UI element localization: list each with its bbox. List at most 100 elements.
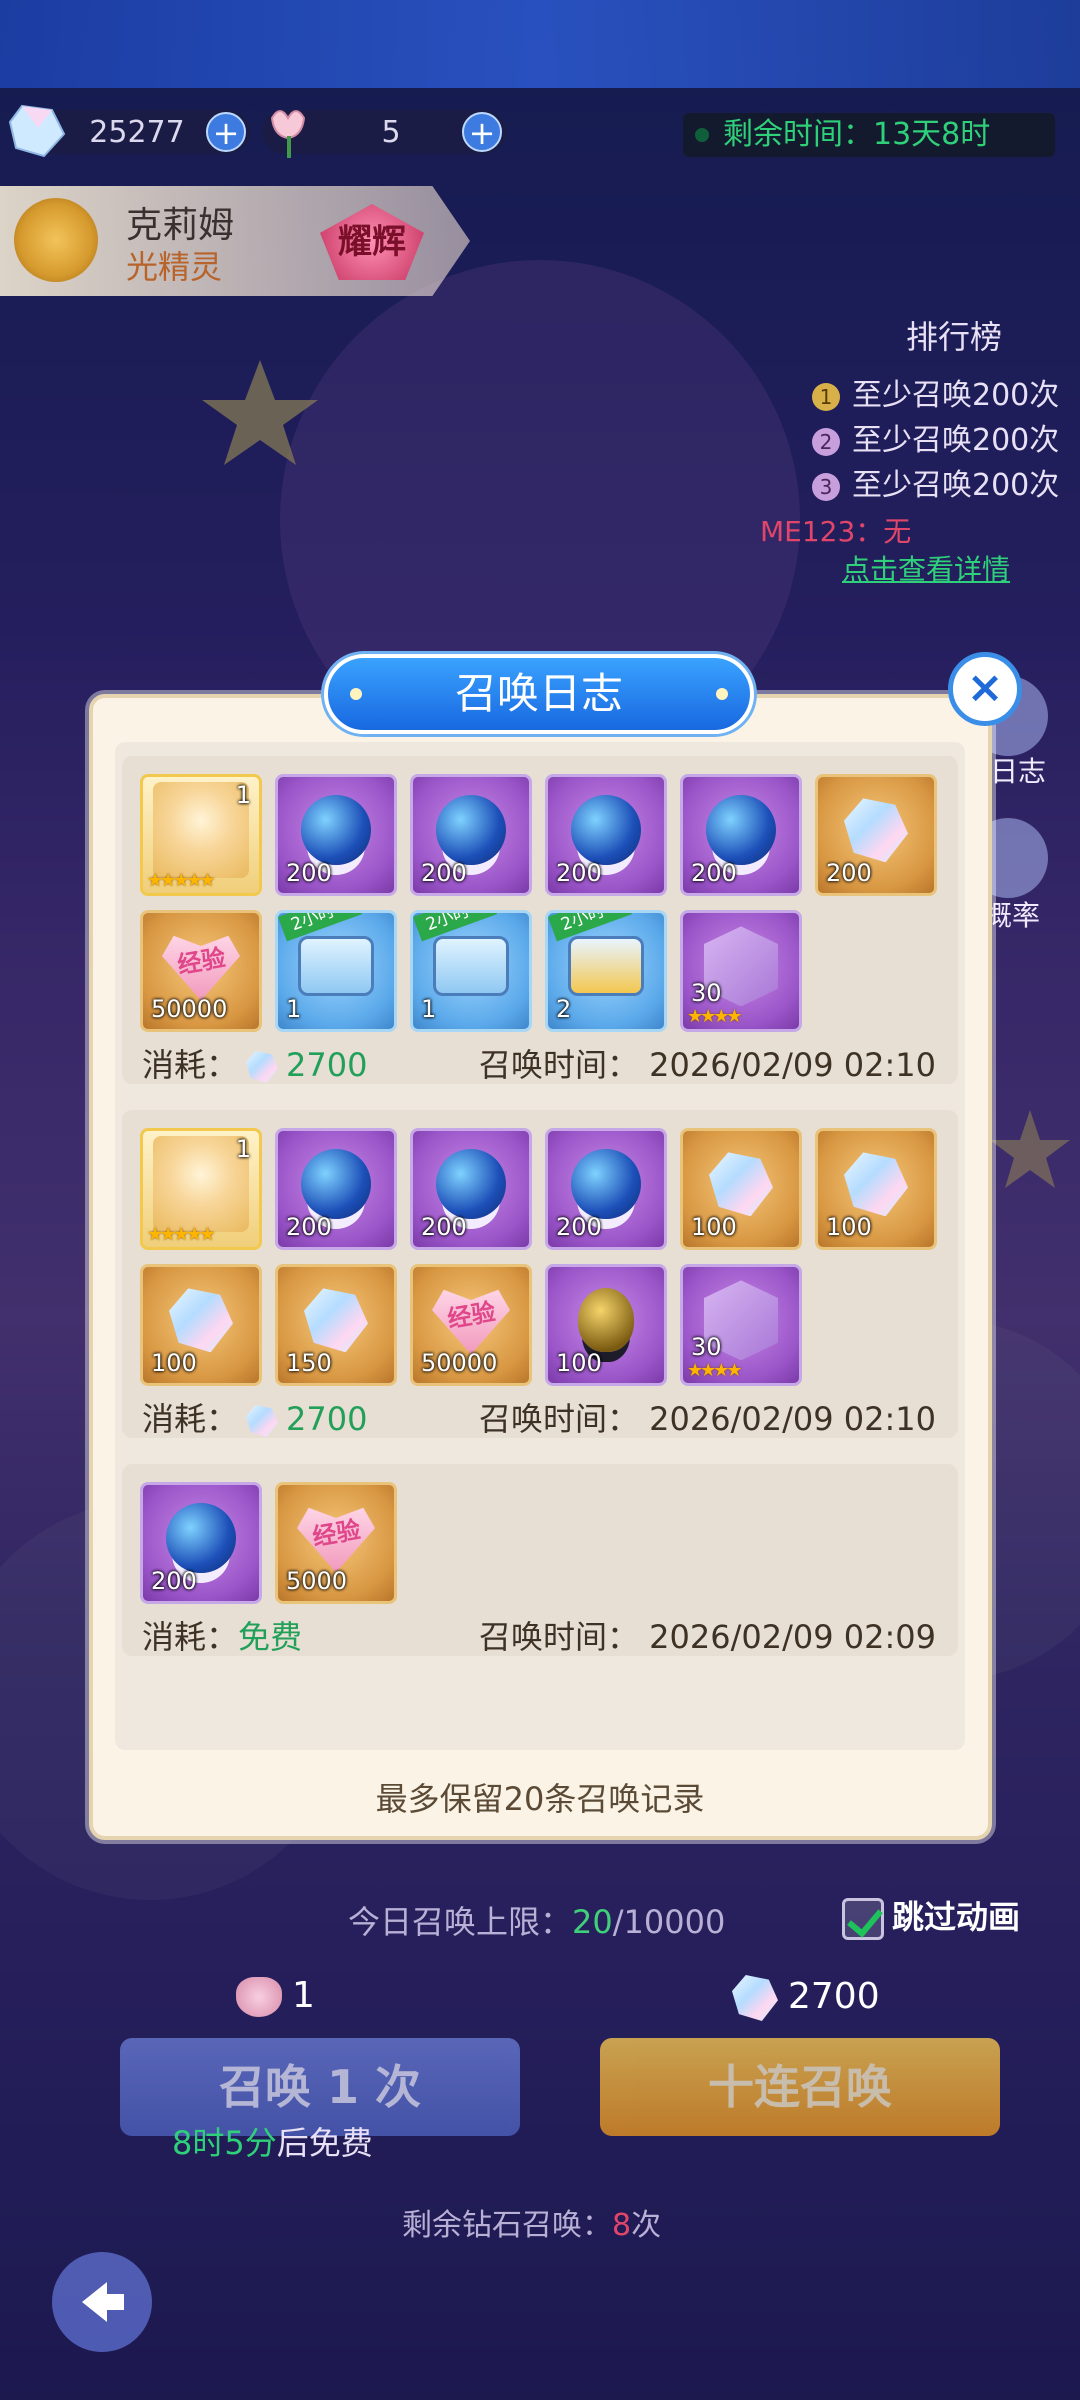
close-button[interactable]: ×: [948, 652, 1022, 726]
reward-count: 1: [235, 1135, 251, 1163]
limit-used: 20: [572, 1903, 613, 1941]
reward-item[interactable]: 200: [140, 1482, 262, 1604]
time-label: 召唤时间：: [478, 1618, 639, 1656]
reward-count: 200: [556, 859, 602, 887]
diamond-icon: [246, 1051, 279, 1083]
single-cost-value: 1: [292, 1975, 315, 2016]
reward-item[interactable]: 200: [545, 774, 667, 896]
time-value: 2026/02/09 02:10: [649, 1046, 936, 1084]
reward-item[interactable]: 150: [275, 1264, 397, 1386]
reward-stars: ★★★★★: [147, 870, 216, 891]
magic-orb-icon: [301, 1149, 371, 1220]
remain-prefix: 剩余钻石召唤：: [402, 2208, 612, 2243]
ranking-row: 2 至少召唤200次: [812, 415, 1059, 459]
rate-side-label: 概率: [984, 899, 1041, 932]
reward-item[interactable]: 100: [815, 1128, 937, 1250]
reward-count: 200: [421, 1213, 467, 1241]
reward-item[interactable]: 200: [815, 774, 937, 896]
consume-label: 消耗：: [142, 1046, 239, 1084]
reward-count: 200: [286, 859, 332, 887]
reward-count: 200: [556, 1213, 602, 1241]
summon-ten-button[interactable]: 十连召唤: [600, 2038, 1000, 2136]
diamond-crystal-icon: [169, 1288, 233, 1353]
add-tulip-button[interactable]: +: [462, 112, 502, 152]
skip-animation-label: 跳过动画: [892, 1898, 1021, 1936]
reward-item[interactable]: 100: [545, 1264, 667, 1386]
reward-count: 5000: [286, 1567, 348, 1595]
time-value: 2026/02/09 02:09: [649, 1618, 936, 1656]
reward-item[interactable]: 100: [140, 1264, 262, 1386]
reward-item[interactable]: 经验 5000: [275, 1482, 397, 1604]
summon-record: 1 ★★★★★ 200 200 200 100 100 100 150 经验 50…: [122, 1110, 958, 1438]
reward-count: 50000: [421, 1349, 498, 1377]
reward-count: 30: [691, 979, 722, 1007]
record-time: 召唤时间： 2026/02/09 02:10: [479, 1394, 936, 1440]
add-diamond-button[interactable]: +: [206, 112, 246, 152]
reward-count: 150: [286, 1349, 332, 1377]
reward-count: 1: [235, 781, 251, 809]
reward-stars: ★★★★: [687, 1360, 743, 1381]
back-arrow-icon: [82, 2282, 124, 2322]
free-time-suffix: 后免费: [276, 2124, 373, 2162]
treasure-chest-icon: [298, 936, 374, 997]
reward-item[interactable]: 200: [410, 1128, 532, 1250]
character-plate[interactable]: 克莉姆 光精灵 耀辉: [0, 186, 470, 296]
remain-suffix: 次: [631, 2208, 662, 2243]
reward-item[interactable]: 200: [410, 774, 532, 896]
reward-count: 100: [151, 1349, 197, 1377]
ten-cost: 2700: [732, 1975, 880, 2021]
reward-count: 2: [556, 995, 572, 1023]
reward-item[interactable]: 30 ★★★★: [680, 910, 802, 1032]
reward-count: 200: [151, 1567, 197, 1595]
diamond-crystal-icon: [844, 1152, 908, 1217]
ranking-text: 至少召唤200次: [852, 423, 1060, 458]
magic-orb-icon: [301, 795, 371, 866]
view-details-link[interactable]: 点击查看详情: [842, 548, 1010, 588]
reward-count: 200: [421, 859, 467, 887]
cost-value: 2700: [286, 1400, 368, 1438]
consume-label: 消耗：: [142, 1400, 239, 1438]
reward-count: 30: [691, 1333, 722, 1361]
golden-egg-icon: [578, 1288, 634, 1353]
summon-record: 1 ★★★★★ 200 200 200 200 200 经验 50000 2小时 1…: [122, 756, 958, 1084]
reward-character[interactable]: 1 ★★★★★: [140, 1128, 262, 1250]
reward-item[interactable]: 30 ★★★★: [680, 1264, 802, 1386]
ranking-text: 至少召唤200次: [852, 378, 1060, 413]
back-button[interactable]: [52, 2252, 152, 2352]
checkbox-icon[interactable]: [842, 1898, 884, 1940]
treasure-chest-icon: [433, 936, 509, 997]
reward-item[interactable]: 100: [680, 1128, 802, 1250]
reward-count: 1: [421, 995, 437, 1023]
log-side-label: 日志: [990, 755, 1047, 788]
limit-prefix: 今日召唤上限：: [348, 1903, 573, 1941]
magic-orb-icon: [436, 1149, 506, 1220]
reward-count: 1: [286, 995, 302, 1023]
reward-item[interactable]: 200: [680, 774, 802, 896]
time-value: 2026/02/09 02:10: [649, 1400, 936, 1438]
reward-item[interactable]: 经验 50000: [140, 910, 262, 1032]
free-summon-timer: 8时5分后免费: [172, 2118, 373, 2164]
gold-chest-icon: [568, 936, 644, 997]
daily-limit: 今日召唤上限：20/10000: [348, 1897, 725, 1943]
reward-character[interactable]: 1 ★★★★★: [140, 774, 262, 896]
ranking-title[interactable]: 排行榜: [906, 312, 1002, 358]
dialog-title: 召唤日志: [324, 654, 754, 734]
summon-record: 200 经验 5000 消耗：免费 召唤时间： 2026/02/09 02:09: [122, 1464, 958, 1656]
reward-item[interactable]: 2小时 2: [545, 910, 667, 1032]
reward-item[interactable]: 经验 50000: [410, 1264, 532, 1386]
reward-item[interactable]: 200: [275, 774, 397, 896]
reward-item[interactable]: 200: [275, 1128, 397, 1250]
reward-count: 200: [286, 1213, 332, 1241]
magic-orb-icon: [436, 795, 506, 866]
rank-badge-icon: 2: [812, 427, 840, 456]
reward-item[interactable]: 2小时 1: [275, 910, 397, 1032]
magic-orb-icon: [571, 1149, 641, 1220]
reward-count: 100: [826, 1213, 872, 1241]
single-cost: 1: [236, 1975, 315, 2017]
time-label: 召唤时间：: [478, 1400, 639, 1438]
reward-item[interactable]: 200: [545, 1128, 667, 1250]
ten-cost-value: 2700: [788, 1976, 880, 2017]
reward-item[interactable]: 2小时 1: [410, 910, 532, 1032]
rank-badge-icon: 1: [812, 382, 840, 411]
skip-animation-toggle[interactable]: 跳过动画: [842, 1892, 1020, 1940]
